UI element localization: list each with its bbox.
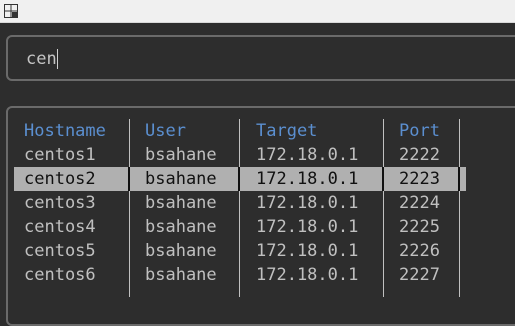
column-divider	[238, 167, 240, 191]
text-caret	[56, 49, 58, 69]
cell-port: 2224	[399, 193, 440, 213]
column-divider	[382, 167, 384, 191]
cell-port: 2223	[399, 169, 440, 189]
cell-hostname: centos2	[24, 169, 96, 189]
cell-hostname: centos6	[24, 265, 96, 285]
cell-target: 172.18.0.1	[256, 145, 359, 165]
cell-target: 172.18.0.1	[256, 265, 359, 285]
cell-hostname: centos4	[24, 217, 96, 237]
cell-port: 2227	[399, 265, 440, 285]
cell-port: 2222	[399, 145, 440, 165]
search-input-value: cen	[26, 49, 57, 69]
table-row[interactable]: centos6 bsahane 172.18.0.1 2227	[8, 263, 515, 287]
column-header-hostname[interactable]: Hostname	[24, 119, 106, 143]
cell-user: bsahane	[145, 241, 217, 261]
cell-hostname: centos1	[24, 145, 96, 165]
cell-hostname: centos3	[24, 193, 96, 213]
table-header: Hostname User Target Port	[8, 119, 515, 143]
results-table: Hostname User Target Port centos1 bsahan…	[6, 106, 515, 326]
column-header-port[interactable]: Port	[399, 119, 440, 143]
cell-target: 172.18.0.1	[256, 217, 359, 237]
cell-hostname: centos5	[24, 241, 96, 261]
cell-user: bsahane	[145, 145, 217, 165]
cell-user: bsahane	[145, 265, 217, 285]
column-header-user[interactable]: User	[145, 119, 186, 143]
cell-target: 172.18.0.1	[256, 169, 359, 189]
cell-target: 172.18.0.1	[256, 241, 359, 261]
table-row[interactable]: centos5 bsahane 172.18.0.1 2226	[8, 239, 515, 263]
search-input[interactable]: cen	[26, 49, 58, 69]
search-box[interactable]: cen	[6, 35, 515, 81]
window-menu-icon[interactable]	[4, 4, 18, 18]
cell-port: 2226	[399, 241, 440, 261]
cell-port: 2225	[399, 217, 440, 237]
cell-user: bsahane	[145, 217, 217, 237]
table-row[interactable]: centos4 bsahane 172.18.0.1 2225	[8, 215, 515, 239]
table-row-selected[interactable]: centos2 bsahane 172.18.0.1 2223	[8, 167, 515, 191]
column-header-target[interactable]: Target	[256, 119, 317, 143]
column-divider	[458, 167, 460, 191]
cell-target: 172.18.0.1	[256, 193, 359, 213]
table-row[interactable]: centos1 bsahane 172.18.0.1 2222	[8, 143, 515, 167]
window-titlebar	[0, 0, 515, 23]
table-row[interactable]: centos3 bsahane 172.18.0.1 2224	[8, 191, 515, 215]
cell-user: bsahane	[145, 193, 217, 213]
column-divider	[128, 167, 130, 191]
cell-user: bsahane	[145, 169, 217, 189]
